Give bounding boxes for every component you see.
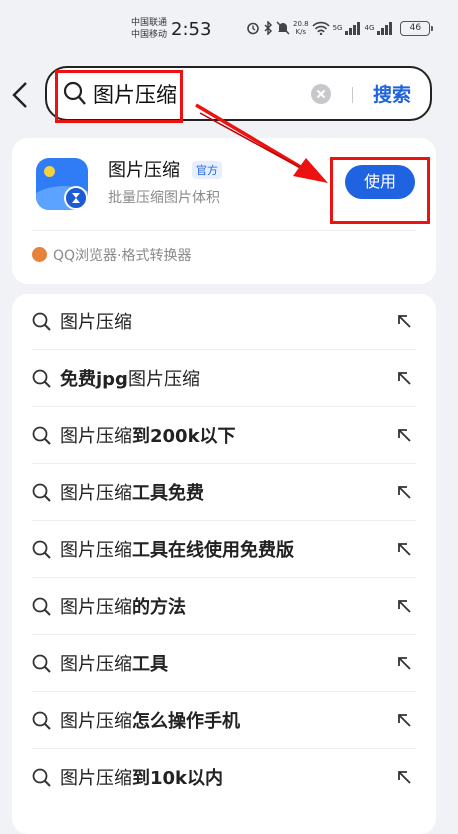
red-arrow-annotation xyxy=(195,103,328,183)
